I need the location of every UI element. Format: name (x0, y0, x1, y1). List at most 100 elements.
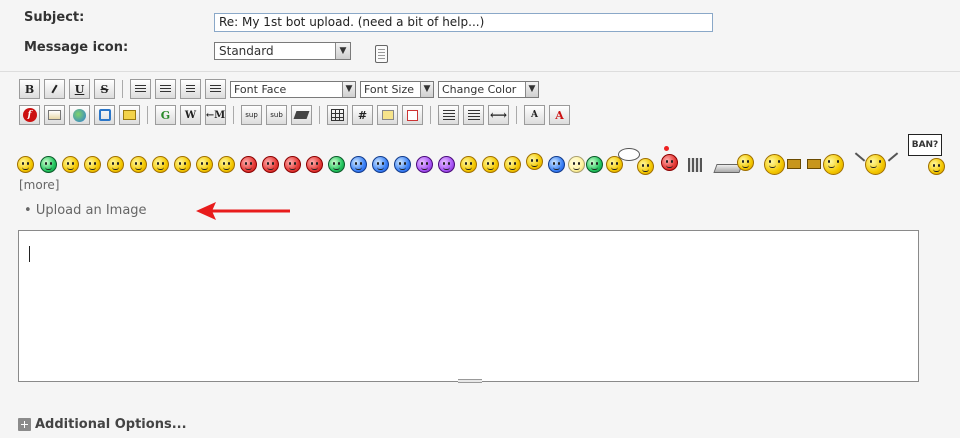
ban-sign[interactable]: BAN? (908, 134, 942, 156)
question-icon[interactable] (548, 156, 565, 173)
toolbar-separator (147, 106, 148, 124)
bold-icon: B (24, 82, 35, 96)
heart-icon[interactable] (661, 154, 678, 171)
flash-button[interactable]: f (19, 105, 40, 125)
wrenches-icon[interactable] (854, 152, 866, 162)
smile-icon[interactable] (17, 156, 34, 173)
speech-smile-icon[interactable] (637, 158, 654, 175)
additional-options-toggle[interactable]: Additional Options... (18, 417, 187, 432)
wrenches-icon[interactable] (887, 152, 899, 162)
align-right-button[interactable] (205, 79, 226, 99)
align-center-button[interactable] (180, 79, 201, 99)
laugh-icon[interactable] (504, 156, 521, 173)
email-button[interactable]: ←M (205, 105, 226, 125)
strike-button[interactable]: S (94, 79, 115, 99)
beer-icon[interactable] (787, 159, 801, 169)
align-justify-button[interactable] (155, 79, 176, 99)
font-size-button[interactable]: A (524, 105, 545, 125)
worried-icon[interactable] (218, 156, 235, 173)
idea-icon[interactable] (196, 156, 213, 173)
ban-smile-icon[interactable] (928, 158, 945, 175)
arrow-right-icon[interactable] (586, 156, 603, 173)
align-left-icon (135, 84, 146, 94)
purple-smile-icon[interactable] (416, 156, 433, 173)
spoiler-icon (407, 109, 418, 121)
confused-icon[interactable] (174, 156, 191, 173)
subscript-button[interactable]: sub (266, 105, 287, 125)
upload-image-label: Upload an Image (35, 203, 147, 218)
more-smilies-link[interactable]: [more] (19, 178, 59, 192)
format-toolbar-row1: B U S Font Face ▼ Font Size ▼ Change Col… (19, 79, 539, 99)
message-editor[interactable] (18, 230, 919, 383)
message-icon-value: Standard (219, 44, 274, 58)
chevron-down-icon[interactable]: ▼ (342, 81, 355, 97)
image-button[interactable] (44, 105, 65, 125)
chevron-down-icon[interactable]: ▼ (420, 81, 433, 97)
google-button[interactable]: G (155, 105, 176, 125)
sad-icon[interactable] (130, 156, 147, 173)
font-size-select[interactable]: Font Size ▼ (360, 80, 434, 98)
mad-icon[interactable] (284, 156, 301, 173)
surprised-icon[interactable] (394, 156, 411, 173)
tongue-icon[interactable] (107, 156, 124, 173)
horizontal-rule-button[interactable]: ⟷ (488, 105, 509, 125)
frown-icon[interactable] (152, 156, 169, 173)
purple-sad-icon[interactable] (438, 156, 455, 173)
expand-plus-icon[interactable] (18, 418, 31, 431)
beer-icon[interactable] (807, 159, 821, 169)
table-button[interactable] (327, 105, 348, 125)
smilies-row: BAN? (17, 134, 952, 179)
upload-image-link[interactable]: • Upload an Image (24, 203, 147, 218)
resize-grip[interactable] (458, 379, 482, 383)
spoiler-button[interactable] (402, 105, 423, 125)
waving-icon[interactable] (737, 154, 754, 171)
move-button[interactable] (94, 105, 115, 125)
font-face-value: Font Face (234, 82, 287, 96)
ordered-list-button[interactable] (463, 105, 484, 125)
cool-cheers-icon[interactable] (764, 154, 785, 175)
chevron-down-icon[interactable]: ▼ (525, 81, 538, 97)
underline-button[interactable]: U (69, 79, 90, 99)
additional-options-label: Additional Options... (35, 417, 187, 432)
font-face-select[interactable]: Font Face ▼ (230, 80, 356, 98)
wikipedia-button[interactable]: W (180, 105, 201, 125)
cool-blue-icon[interactable] (350, 156, 367, 173)
wink-icon[interactable] (62, 156, 79, 173)
superscript-button[interactable]: sup (241, 105, 262, 125)
grin-icon[interactable] (40, 156, 57, 173)
italic-button[interactable] (44, 79, 65, 99)
email-icon: ←M (205, 109, 226, 121)
lightbulb-icon[interactable] (568, 156, 585, 173)
message-icon-select[interactable]: Standard ▼ (214, 42, 351, 60)
sick-icon[interactable] (328, 156, 345, 173)
robot-icon[interactable] (688, 158, 702, 172)
devil-icon[interactable] (240, 156, 257, 173)
big-grin-icon[interactable] (526, 153, 543, 170)
fixing-icon[interactable] (865, 154, 886, 175)
hash-icon: # (357, 108, 368, 122)
teletype-button[interactable] (291, 105, 312, 125)
ftp-button[interactable] (119, 105, 140, 125)
hmm-icon[interactable] (482, 156, 499, 173)
teletype-icon (293, 111, 310, 119)
align-left-button[interactable] (130, 79, 151, 99)
text-color-button[interactable]: A (549, 105, 570, 125)
list-button[interactable] (438, 105, 459, 125)
toolbar-separator (430, 106, 431, 124)
chevron-down-icon[interactable]: ▼ (335, 43, 350, 59)
cool-icon[interactable] (823, 154, 844, 175)
ftp-icon (123, 110, 136, 120)
shades-icon[interactable] (372, 156, 389, 173)
web-link-button[interactable] (69, 105, 90, 125)
bold-button[interactable]: B (19, 79, 40, 99)
evil-icon[interactable] (262, 156, 279, 173)
wikipedia-icon: W (184, 109, 197, 121)
sleepy-icon[interactable] (84, 156, 101, 173)
quote-button[interactable] (377, 105, 398, 125)
image-icon (48, 110, 61, 120)
meh-icon[interactable] (460, 156, 477, 173)
shocked-red-icon[interactable] (306, 156, 323, 173)
hash-button[interactable]: # (352, 105, 373, 125)
change-color-select[interactable]: Change Color ▼ (438, 80, 539, 98)
subject-input[interactable]: Re: My 1st bot upload. (need a bit of he… (214, 13, 713, 32)
